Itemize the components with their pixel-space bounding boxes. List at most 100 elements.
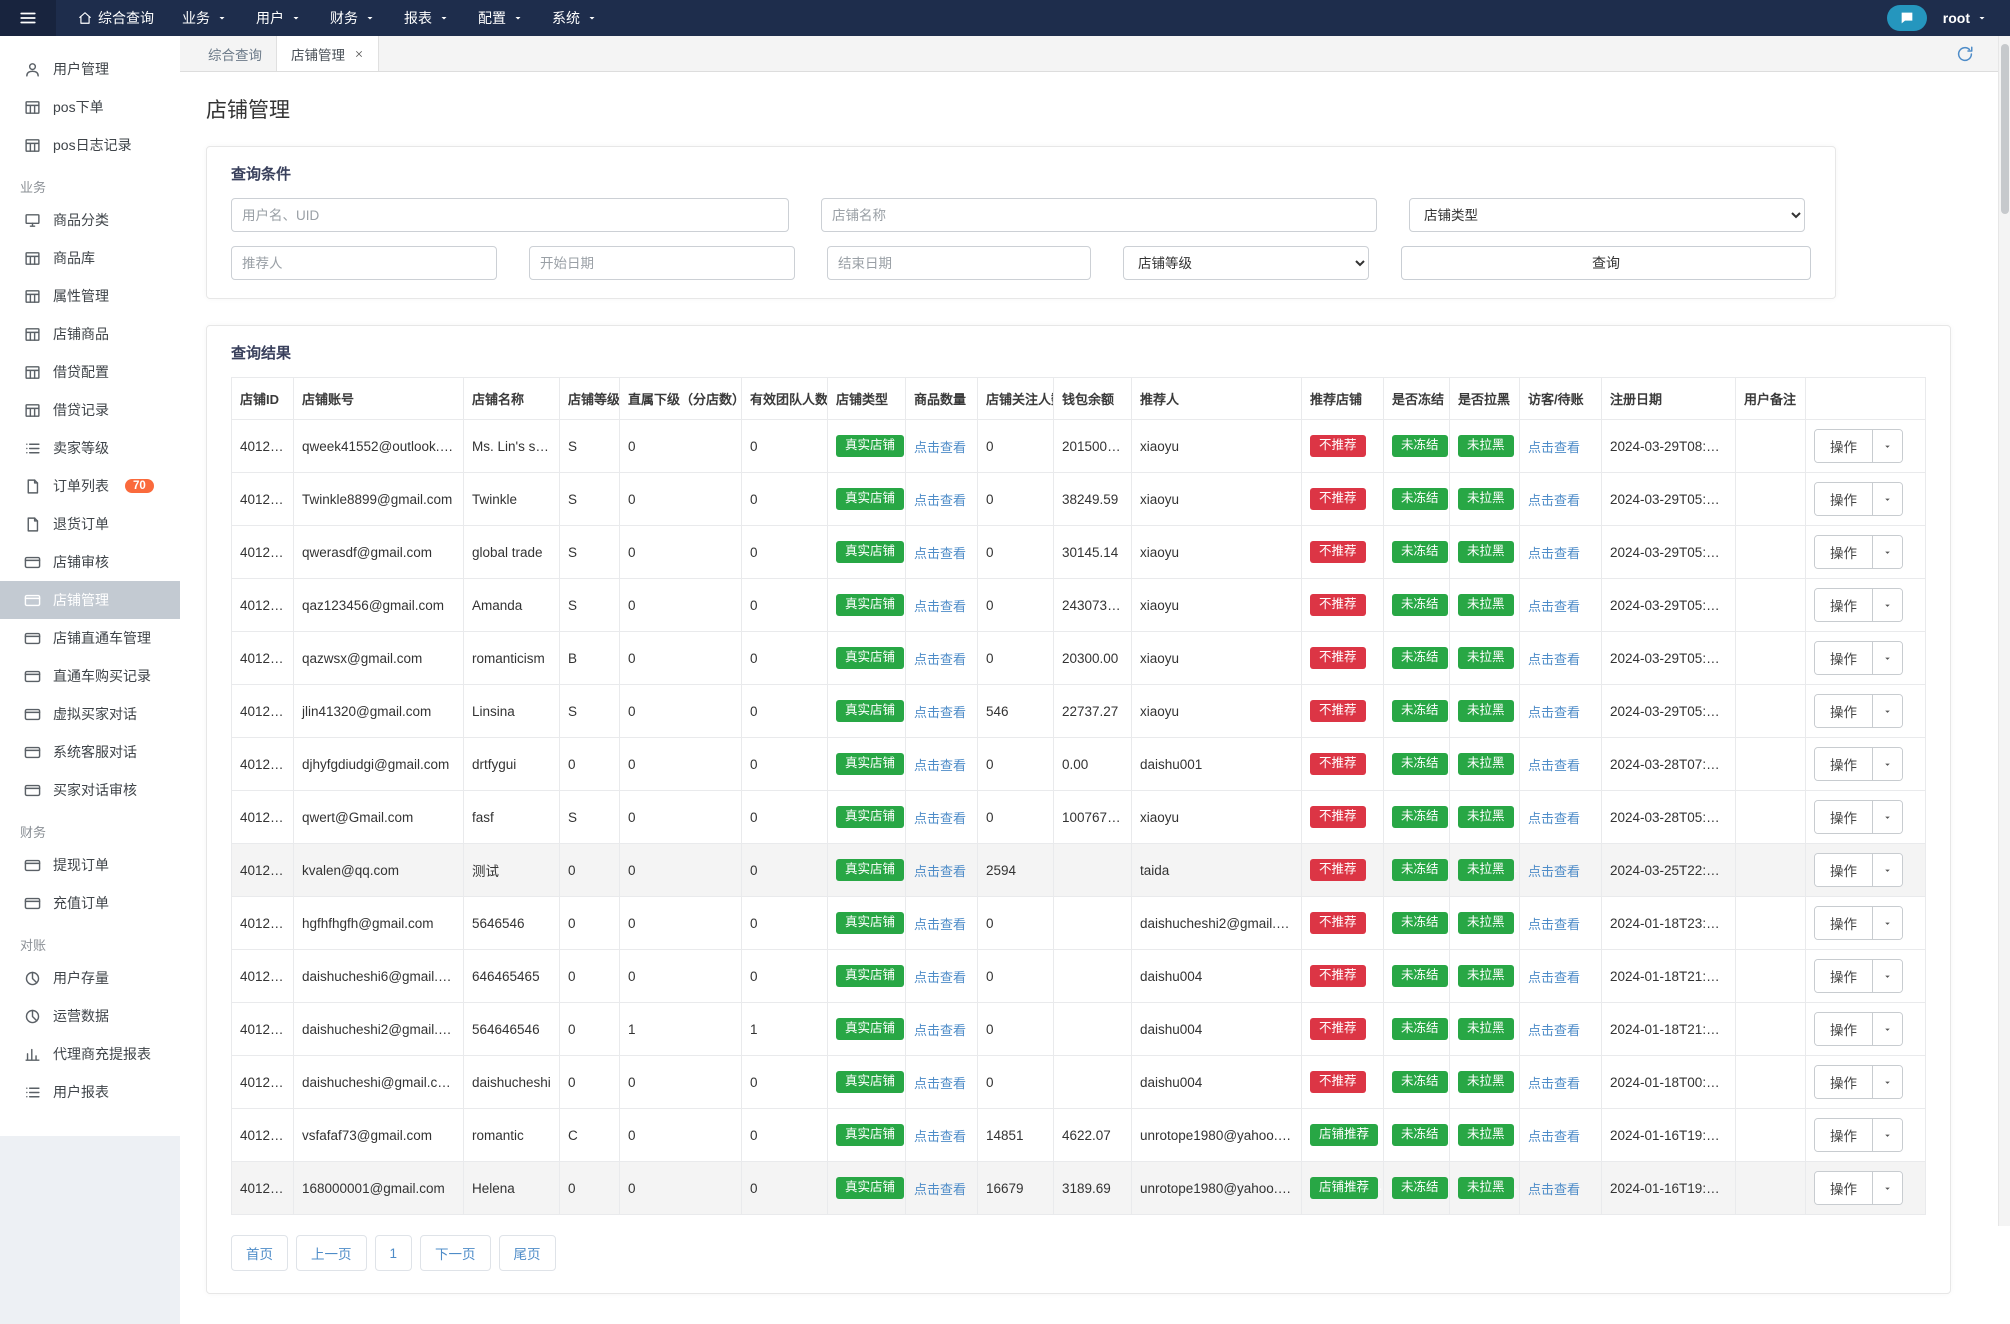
referrer-input[interactable] <box>231 246 497 280</box>
sidebar-item-train-buy-record[interactable]: 直通车购买记录 <box>0 657 180 695</box>
nav-item-user[interactable]: 用户 <box>242 0 316 36</box>
pagination-last[interactable]: 尾页 <box>498 1235 556 1271</box>
pagination-prev[interactable]: 上一页 <box>296 1235 367 1271</box>
action-dropdown-toggle[interactable] <box>1872 642 1902 674</box>
visitors-view-link[interactable]: 点击查看 <box>1528 705 1580 720</box>
action-button[interactable]: 操作 <box>1815 907 1872 939</box>
goods-view-link[interactable]: 点击查看 <box>914 1182 966 1197</box>
action-button[interactable]: 操作 <box>1815 1172 1872 1204</box>
user-menu[interactable]: root <box>1943 10 1988 26</box>
goods-view-link[interactable]: 点击查看 <box>914 705 966 720</box>
tab-shop-manage[interactable]: 店铺管理 <box>276 36 379 71</box>
action-button[interactable]: 操作 <box>1815 960 1872 992</box>
sidebar-item-recharge-order[interactable]: 充值订单 <box>0 884 180 922</box>
goods-view-link[interactable]: 点击查看 <box>914 493 966 508</box>
action-button[interactable]: 操作 <box>1815 748 1872 780</box>
goods-view-link[interactable]: 点击查看 <box>914 1129 966 1144</box>
pagination-next[interactable]: 下一页 <box>420 1235 491 1271</box>
sidebar-item-order-list[interactable]: 订单列表 70 <box>0 467 180 505</box>
goods-view-link[interactable]: 点击查看 <box>914 546 966 561</box>
shop-name-input[interactable] <box>821 198 1377 232</box>
sidebar-item-agent-report[interactable]: 代理商充提报表 <box>0 1035 180 1073</box>
sidebar-item-loan-record[interactable]: 借贷记录 <box>0 391 180 429</box>
visitors-view-link[interactable]: 点击查看 <box>1528 599 1580 614</box>
sidebar-toggle-button[interactable] <box>0 0 56 36</box>
nav-item-finance[interactable]: 财务 <box>316 0 390 36</box>
nav-item-report[interactable]: 报表 <box>390 0 464 36</box>
sidebar-item-goods-store[interactable]: 商品库 <box>0 239 180 277</box>
goods-view-link[interactable]: 点击查看 <box>914 1023 966 1038</box>
end-date-input[interactable] <box>827 246 1091 280</box>
goods-view-link[interactable]: 点击查看 <box>914 1076 966 1091</box>
tab-query[interactable]: 综合查询 <box>194 36 276 71</box>
pagination-first[interactable]: 首页 <box>231 1235 288 1271</box>
search-button[interactable]: 查询 <box>1401 246 1811 280</box>
username-input[interactable] <box>231 198 789 232</box>
action-button[interactable]: 操作 <box>1815 695 1872 727</box>
nav-item-query[interactable]: 综合查询 <box>64 0 168 36</box>
refresh-button[interactable] <box>1950 36 1980 71</box>
nav-item-business[interactable]: 业务 <box>168 0 242 36</box>
action-button[interactable]: 操作 <box>1815 642 1872 674</box>
goods-view-link[interactable]: 点击查看 <box>914 917 966 932</box>
sidebar-item-pos-order[interactable]: pos下单 <box>0 88 180 126</box>
visitors-view-link[interactable]: 点击查看 <box>1528 811 1580 826</box>
visitors-view-link[interactable]: 点击查看 <box>1528 546 1580 561</box>
sidebar-item-shop-manage[interactable]: 店铺管理 <box>0 581 180 619</box>
visitors-view-link[interactable]: 点击查看 <box>1528 864 1580 879</box>
sidebar-item-shop-audit[interactable]: 店铺审核 <box>0 543 180 581</box>
tab-close-icon[interactable] <box>354 49 364 59</box>
visitors-view-link[interactable]: 点击查看 <box>1528 493 1580 508</box>
sidebar-item-goods-category[interactable]: 商品分类 <box>0 201 180 239</box>
sidebar-item-seller-level[interactable]: 卖家等级 <box>0 429 180 467</box>
visitors-view-link[interactable]: 点击查看 <box>1528 1023 1580 1038</box>
vertical-scrollbar[interactable] <box>1998 36 2010 1226</box>
visitors-view-link[interactable]: 点击查看 <box>1528 1182 1580 1197</box>
action-dropdown-toggle[interactable] <box>1872 483 1902 515</box>
sidebar-item-withdraw-order[interactable]: 提现订单 <box>0 846 180 884</box>
sidebar-item-pos-log[interactable]: pos日志记录 <box>0 126 180 164</box>
action-button[interactable]: 操作 <box>1815 589 1872 621</box>
goods-view-link[interactable]: 点击查看 <box>914 864 966 879</box>
goods-view-link[interactable]: 点击查看 <box>914 758 966 773</box>
chat-button[interactable] <box>1886 5 1927 31</box>
action-button[interactable]: 操作 <box>1815 801 1872 833</box>
action-button[interactable]: 操作 <box>1815 536 1872 568</box>
action-dropdown-toggle[interactable] <box>1872 695 1902 727</box>
goods-view-link[interactable]: 点击查看 <box>914 811 966 826</box>
action-button[interactable]: 操作 <box>1815 1013 1872 1045</box>
visitors-view-link[interactable]: 点击查看 <box>1528 652 1580 667</box>
sidebar-item-shop-goods[interactable]: 店铺商品 <box>0 315 180 353</box>
visitors-view-link[interactable]: 点击查看 <box>1528 440 1580 455</box>
sidebar-item-shop-train-manage[interactable]: 店铺直通车管理 <box>0 619 180 657</box>
action-dropdown-toggle[interactable] <box>1872 960 1902 992</box>
action-dropdown-toggle[interactable] <box>1872 1172 1902 1204</box>
action-dropdown-toggle[interactable] <box>1872 589 1902 621</box>
sidebar-item-user-report[interactable]: 用户报表 <box>0 1073 180 1111</box>
sidebar-item-user-stock[interactable]: 用户存量 <box>0 959 180 997</box>
sidebar-item-attr-manage[interactable]: 属性管理 <box>0 277 180 315</box>
visitors-view-link[interactable]: 点击查看 <box>1528 1129 1580 1144</box>
nav-item-system[interactable]: 系统 <box>538 0 612 36</box>
nav-item-config[interactable]: 配置 <box>464 0 538 36</box>
goods-view-link[interactable]: 点击查看 <box>914 599 966 614</box>
visitors-view-link[interactable]: 点击查看 <box>1528 970 1580 985</box>
store-level-select[interactable]: 店铺等级 <box>1123 246 1369 280</box>
action-dropdown-toggle[interactable] <box>1872 536 1902 568</box>
action-button[interactable]: 操作 <box>1815 483 1872 515</box>
action-dropdown-toggle[interactable] <box>1872 748 1902 780</box>
sidebar-item-system-service-chat[interactable]: 系统客服对话 <box>0 733 180 771</box>
sidebar-item-user-manage[interactable]: 用户管理 <box>0 50 180 88</box>
action-dropdown-toggle[interactable] <box>1872 1013 1902 1045</box>
action-button[interactable]: 操作 <box>1815 854 1872 886</box>
action-button[interactable]: 操作 <box>1815 1066 1872 1098</box>
store-type-select[interactable]: 店铺类型 <box>1409 198 1805 232</box>
pagination-page-1[interactable]: 1 <box>374 1235 413 1271</box>
sidebar-item-virtual-buyer-chat[interactable]: 虚拟买家对话 <box>0 695 180 733</box>
sidebar-item-loan-config[interactable]: 借贷配置 <box>0 353 180 391</box>
visitors-view-link[interactable]: 点击查看 <box>1528 1076 1580 1091</box>
goods-view-link[interactable]: 点击查看 <box>914 652 966 667</box>
start-date-input[interactable] <box>529 246 795 280</box>
action-dropdown-toggle[interactable] <box>1872 907 1902 939</box>
action-dropdown-toggle[interactable] <box>1872 1119 1902 1151</box>
